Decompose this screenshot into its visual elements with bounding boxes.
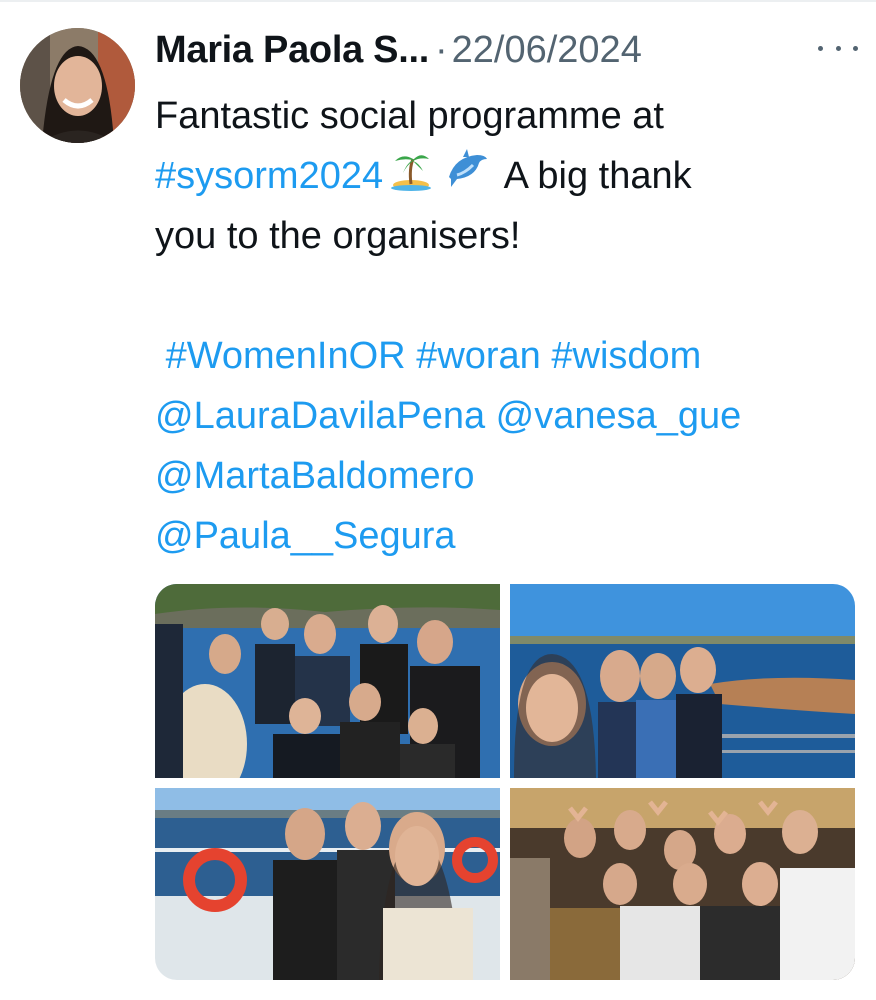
mention-lauradavilapena[interactable]: @LauraDavilaPena: [155, 395, 485, 437]
tweet-line-6: @LauraDavilaPena @vanesa_gue: [155, 386, 860, 446]
dolphin-emoji: [445, 147, 489, 209]
hashtag-womeninor[interactable]: #WomenInOR: [166, 335, 406, 377]
mention-vanesa-gue[interactable]: @vanesa_gue: [496, 395, 742, 437]
photo-party[interactable]: [510, 788, 855, 980]
photo-selfie-sea[interactable]: [510, 584, 855, 778]
tweet-line-5: #WomenInOR #woran #wisdom: [155, 326, 860, 386]
top-divider: [0, 0, 876, 2]
mention-martabaldomero[interactable]: @MartaBaldomero: [155, 455, 474, 497]
post-date[interactable]: 22/06/2024: [452, 29, 642, 72]
hashtag-wisdom[interactable]: #wisdom: [551, 335, 701, 377]
tweet-line-2-text: A big thank: [503, 155, 692, 197]
author-name[interactable]: Maria Paola S...: [155, 29, 429, 72]
hashtag-sysorm2024[interactable]: #sysorm2024: [155, 155, 383, 197]
mention-paula-segura[interactable]: @Paula__Segura: [155, 515, 456, 557]
tweet-line-3: you to the organisers!: [155, 215, 521, 257]
hashtag-woran[interactable]: #woran: [416, 335, 541, 377]
tweet-line-1: Fantastic social programme at: [155, 95, 664, 137]
island-emoji: [389, 147, 433, 209]
avatar[interactable]: [20, 28, 135, 143]
photo-group-coast[interactable]: [155, 584, 500, 778]
photo-boat[interactable]: [155, 788, 500, 980]
tweet-line-2: #sysorm2024 A big thank: [155, 146, 860, 206]
separator: ·: [434, 28, 448, 71]
media-grid: [155, 584, 855, 980]
tweet-line-8: @Paula__Segura: [155, 506, 860, 566]
more-options-icon[interactable]: [818, 36, 858, 60]
tweet-text: Fantastic social programme at #sysorm202…: [155, 86, 860, 566]
tweet-line-7: @MartaBaldomero: [155, 446, 860, 506]
